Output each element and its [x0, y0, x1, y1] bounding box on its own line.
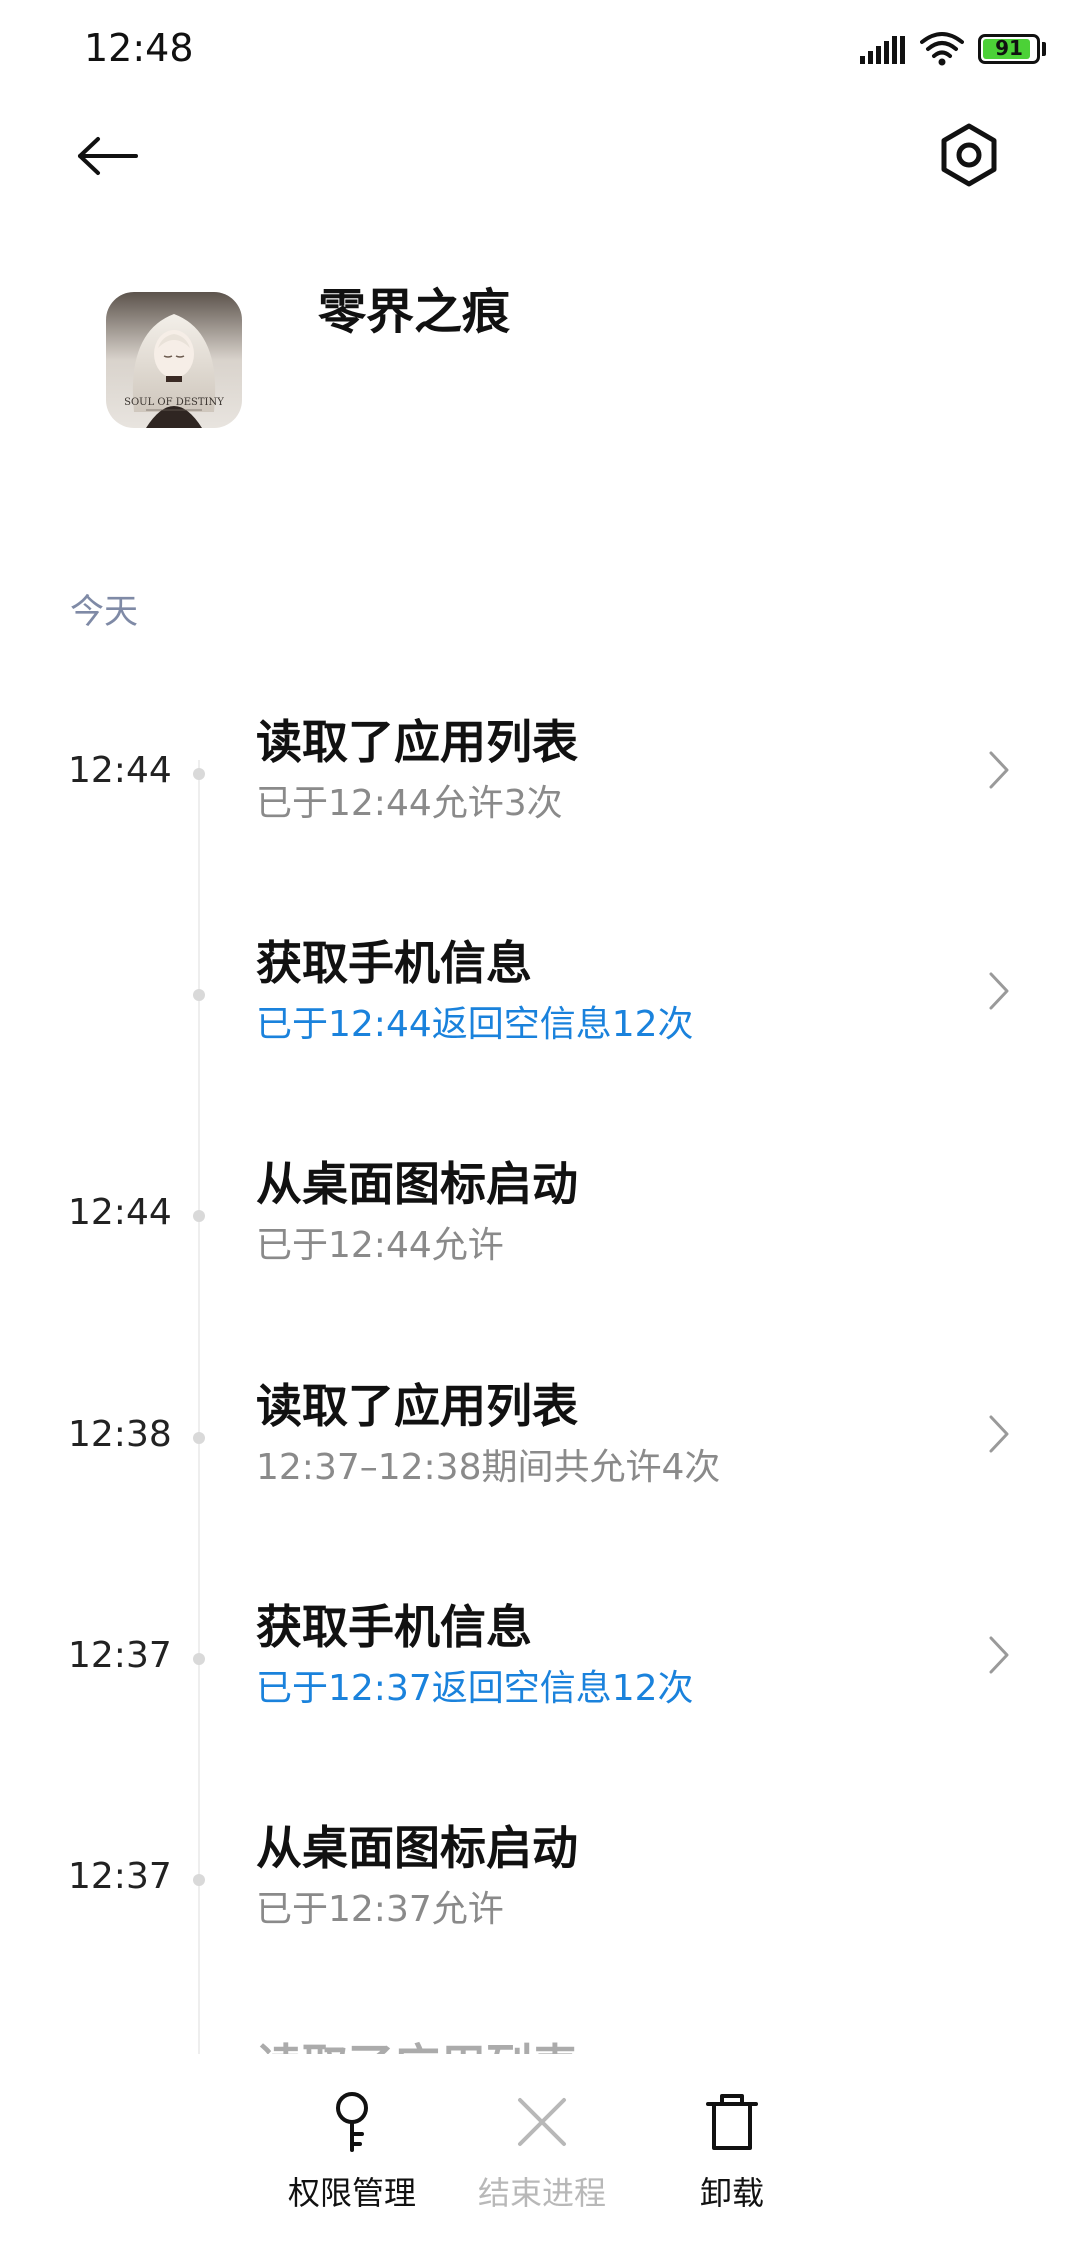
chevron-right-icon — [989, 1415, 1009, 1453]
battery-nub — [1042, 42, 1046, 56]
gear-hexagon-icon — [941, 123, 997, 187]
status-time: 12:48 — [84, 26, 194, 70]
trash-icon — [706, 2094, 758, 2150]
entry-subtitle: 已于12:44允许 — [256, 1225, 504, 1266]
entry-title: 读取了应用列表 — [256, 1379, 578, 1433]
timeline-dot — [193, 1653, 205, 1665]
chevron-right-icon — [989, 751, 1009, 789]
uninstall-label: 卸载 — [699, 2174, 764, 2212]
timeline-entry[interactable]: 12:44 读取了应用列表 已于12:44允许3次 — [0, 706, 1080, 856]
section-label-today: 今天 — [70, 592, 138, 632]
timeline-dot — [193, 1210, 205, 1222]
signal-icon — [860, 36, 905, 64]
entry-time: 12:37 — [68, 1635, 172, 1676]
timeline-dot — [193, 1874, 205, 1886]
status-bar: 12:48 91 — [0, 0, 1080, 100]
close-x-icon — [518, 2098, 566, 2146]
arrow-left-icon — [78, 137, 138, 175]
entry-title: 从桌面图标启动 — [256, 1821, 578, 1875]
battery-level: 91 — [995, 36, 1023, 60]
chevron-right-icon — [989, 972, 1009, 1010]
app-artwork-icon: SOUL OF DESTINY — [106, 292, 242, 428]
battery-indicator: 91 — [978, 34, 1040, 64]
entry-subtitle: 已于12:37允许 — [256, 1889, 504, 1930]
entry-time: 12:37 — [68, 1856, 172, 1897]
entry-title: 获取手机信息 — [256, 936, 532, 990]
entry-subtitle: 已于12:44返回空信息12次 — [256, 1004, 694, 1045]
entry-title: 获取手机信息 — [256, 1600, 532, 1654]
entry-subtitle: 已于12:37返回空信息12次 — [256, 1668, 694, 1709]
end-process-label: 结束进程 — [477, 2174, 606, 2212]
entry-title: 从桌面图标启动 — [256, 1157, 578, 1211]
chevron-right-icon — [989, 1636, 1009, 1674]
timeline-dot — [193, 768, 205, 780]
app-icon: SOUL OF DESTINY — [106, 292, 242, 428]
timeline-entry[interactable]: 12:37 获取手机信息 已于12:37返回空信息12次 — [0, 1591, 1080, 1741]
entry-time: 12:44 — [68, 1192, 172, 1233]
end-process-button[interactable]: 结束进程 — [452, 2090, 632, 2214]
key-icon — [336, 2092, 368, 2152]
timeline-entry[interactable]: 12:38 读取了应用列表 12:37–12:38期间共允许4次 — [0, 1370, 1080, 1520]
bottom-action-bar: 权限管理 结束进程 卸载 — [0, 2054, 1080, 2248]
timeline-dot — [193, 1432, 205, 1444]
entry-subtitle: 已于12:44允许3次 — [256, 783, 563, 824]
entry-time: 12:38 — [68, 1414, 172, 1455]
settings-button[interactable] — [934, 120, 1004, 190]
timeline-entry[interactable]: 获取手机信息 已于12:44返回空信息12次 — [0, 927, 1080, 1077]
wifi-icon — [920, 32, 964, 66]
timeline-entry: 12:44 从桌面图标启动 已于12:44允许 — [0, 1148, 1080, 1298]
app-icon-caption: SOUL OF DESTINY — [124, 397, 224, 408]
back-button[interactable] — [76, 128, 160, 184]
app-name: 零界之痕 — [318, 284, 511, 340]
timeline-dot — [193, 989, 205, 1001]
entry-subtitle: 12:37–12:38期间共允许4次 — [256, 1447, 721, 1488]
partial-entry-title: 读取了应用列表 — [256, 2030, 578, 2054]
entry-time: 12:44 — [68, 750, 172, 791]
entry-title: 读取了应用列表 — [256, 715, 578, 769]
uninstall-button[interactable]: 卸载 — [642, 2090, 822, 2214]
permissions-label: 权限管理 — [287, 2174, 416, 2212]
timeline-entry: 12:37 从桌面图标启动 已于12:37允许 — [0, 1812, 1080, 1962]
permissions-button[interactable]: 权限管理 — [262, 2090, 442, 2214]
